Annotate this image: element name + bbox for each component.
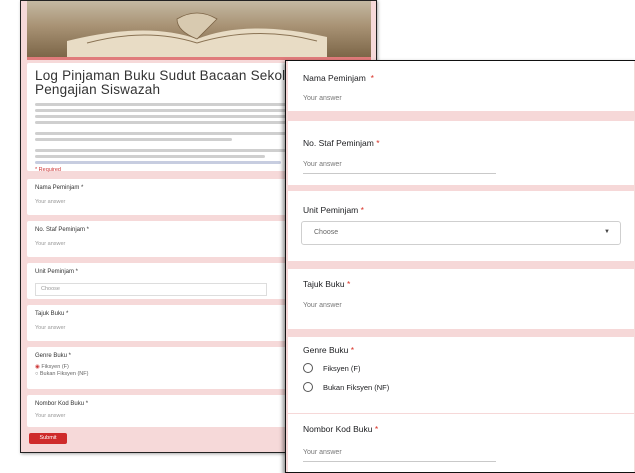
- question-label-nama: Nama Peminjam *: [303, 73, 374, 83]
- kod-input-underline: [303, 461, 496, 462]
- question-label-staf: No. Staf Peminjam *: [303, 138, 380, 148]
- question-label-kod: Nombor Kod Buku *: [303, 424, 379, 434]
- dropdown-placeholder: Choose: [35, 283, 267, 296]
- question-card-genre[interactable]: Genre Buku * Fiksyen (F) Bukan Fiksyen (…: [288, 337, 634, 413]
- question-label-tajuk: Tajuk Buku *: [303, 279, 351, 289]
- staf-input-underline: [303, 173, 496, 174]
- tajuk-input[interactable]: Your answer: [303, 302, 342, 309]
- unit-dropdown[interactable]: Choose ▼: [301, 221, 621, 245]
- nama-input[interactable]: Your answer: [303, 95, 342, 102]
- staf-input[interactable]: Your answer: [303, 161, 342, 168]
- question-card-staf[interactable]: No. Staf Peminjam * Your answer: [288, 121, 634, 185]
- open-book-image: [67, 12, 327, 57]
- radio-circle-icon[interactable]: [303, 363, 313, 373]
- dropdown-placeholder: Choose: [314, 229, 339, 236]
- question-card-kod[interactable]: Nombor Kod Buku * Your answer: [288, 414, 634, 472]
- submit-button[interactable]: Submit: [29, 433, 67, 444]
- question-card-nama[interactable]: Nama Peminjam * Your answer: [288, 61, 634, 111]
- radio-label: Bukan Fiksyen (NF): [323, 383, 390, 392]
- question-label-unit: Unit Peminjam *: [303, 205, 364, 215]
- front-form-window: Nama Peminjam * Your answer No. Staf Pem…: [285, 60, 635, 473]
- kod-input[interactable]: Your answer: [303, 449, 342, 456]
- banner-image: [27, 1, 371, 60]
- question-card-tajuk[interactable]: Tajuk Buku * Your answer: [288, 269, 634, 329]
- question-label-genre: Genre Buku *: [303, 345, 355, 355]
- chevron-down-icon: ▼: [604, 229, 610, 235]
- radio-circle-icon[interactable]: [303, 382, 313, 392]
- radio-label: Fiksyen (F): [323, 364, 361, 373]
